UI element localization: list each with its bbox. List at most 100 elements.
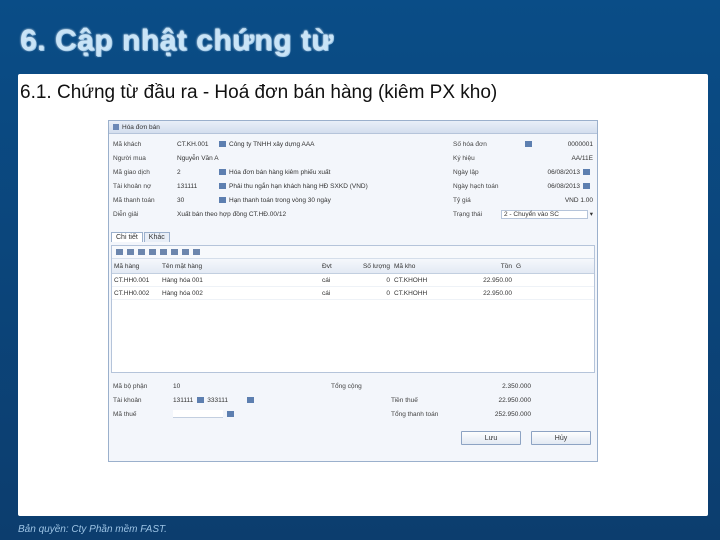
field-buyer[interactable]: Người mua Nguyễn Văn A [113, 153, 313, 163]
table-row[interactable]: CT.HH0.001 Hàng hóa 001 cái 0 CT.KHOHH 2… [112, 274, 594, 287]
field-department[interactable]: Mã bộ phận 10 [113, 381, 180, 391]
field-label: Ngày lập [453, 168, 479, 176]
col-stock[interactable]: Tồn [470, 263, 514, 270]
lookup-icon[interactable] [219, 183, 226, 189]
total-value: 2.350.000 [502, 382, 531, 390]
lookup-icon[interactable] [197, 397, 205, 403]
total-label: Tiền thuế [391, 396, 418, 404]
lookup-icon[interactable] [219, 141, 226, 147]
field-value[interactable]: 333111 [207, 397, 247, 404]
delete-row-icon[interactable] [149, 249, 156, 255]
calendar-icon[interactable] [583, 169, 590, 175]
detail-tabs: Chi tiết Khác [111, 232, 170, 242]
tax-code-input[interactable] [173, 410, 223, 418]
field-label: Tài khoản [113, 396, 142, 404]
col-g[interactable]: G [514, 263, 524, 270]
account-name: Phải thu ngắn hạn khách hàng HĐ SXKD (VN… [219, 181, 368, 191]
cell-item-name[interactable]: Hàng hóa 002 [160, 290, 320, 297]
slide-title: 6. Cập nhật chứng từ [20, 24, 334, 57]
field-label: Ngày hạch toán [453, 182, 499, 190]
cell-item-name[interactable]: Hàng hóa 001 [160, 277, 320, 284]
field-value[interactable]: 06/08/2013 [547, 169, 580, 176]
field-label: Tài khoản nợ [113, 182, 152, 190]
print-icon[interactable] [182, 249, 189, 255]
payment-name-text: Hạn thanh toán trong vòng 30 ngày [229, 196, 331, 204]
field-label: Ký hiệu [453, 154, 475, 162]
total-value: 252.950.000 [494, 410, 531, 418]
export-icon[interactable] [193, 249, 200, 255]
transaction-name: Hóa đơn bán hàng kiêm phiếu xuất [219, 167, 330, 177]
field-series[interactable]: Ký hiệu AA/11E [453, 153, 593, 163]
col-warehouse[interactable]: Mã kho [392, 263, 470, 270]
invoice-window: Hóa đơn bán Mã khách CT.KH.001 Người mua… [108, 120, 598, 462]
field-value[interactable]: 131111 [173, 397, 193, 404]
field-value[interactable]: 06/08/2013 [547, 183, 580, 190]
cancel-button[interactable]: Hủy [531, 431, 591, 445]
field-value[interactable]: AA/11E [571, 155, 593, 162]
cell-quantity[interactable]: 0 [360, 290, 392, 297]
status-select[interactable]: 2 - Chuyển vào SC [501, 209, 588, 219]
field-value[interactable]: 30 [177, 197, 184, 204]
cell-stock[interactable]: 22.950.00 [470, 290, 514, 297]
app-icon [113, 124, 119, 130]
field-issue-date[interactable]: Ngày lập 06/08/2013 [453, 167, 593, 177]
field-tax-code[interactable]: Mã thuế [113, 409, 237, 419]
cell-unit[interactable]: cái [320, 277, 360, 284]
lookup-icon[interactable] [247, 397, 255, 403]
field-value[interactable]: CT.KH.001 [177, 141, 208, 148]
field-value[interactable]: Xuất bán theo hợp đồng CT.HĐ.00/12 [177, 211, 286, 218]
lookup-icon[interactable] [219, 197, 226, 203]
slide-subtitle: 6.1. Chứng từ đầu ra - Hoá đơn bán hàng … [20, 82, 498, 103]
field-tax-account[interactable]: Tài khoản 131111 333111 [113, 395, 257, 405]
arrow-up-icon[interactable] [138, 249, 145, 255]
total-tax: Tiền thuế 22.950.000 [391, 395, 531, 405]
col-item-name[interactable]: Tên mặt hàng [160, 263, 320, 270]
window-titlebar: Hóa đơn bán [109, 121, 597, 134]
tab-details[interactable]: Chi tiết [111, 232, 143, 242]
grid-view-icon[interactable] [171, 249, 178, 255]
lookup-icon[interactable] [525, 141, 532, 147]
cell-unit[interactable]: cái [320, 290, 360, 297]
cell-stock[interactable]: 22.950.00 [470, 277, 514, 284]
total-label: Tổng thanh toán [391, 410, 439, 418]
copy-icon[interactable] [160, 249, 167, 255]
field-value[interactable]: VND 1.00 [565, 197, 593, 204]
field-exchange-rate[interactable]: Tỷ giá VND 1.00 [453, 195, 593, 205]
field-posting-date[interactable]: Ngày hạch toán 06/08/2013 [453, 181, 593, 191]
field-description[interactable]: Diễn giải Xuất bán theo hợp đồng CT.HĐ.0… [113, 209, 413, 219]
footer-section: Mã bộ phận 10 Tài khoản 131111 333111 Mã… [111, 375, 593, 457]
field-status[interactable]: Trạng thái 2 - Chuyển vào SC ▾ [453, 209, 593, 219]
field-value[interactable]: Nguyễn Văn A [177, 155, 219, 162]
col-item-code[interactable]: Mã hàng [112, 263, 160, 270]
col-unit[interactable]: Đvt [320, 263, 360, 270]
total-amount: 2.350.000 [411, 381, 531, 391]
field-value[interactable]: 0000001 [568, 141, 593, 148]
cell-warehouse[interactable]: CT.KHOHH [392, 290, 470, 297]
save-button[interactable]: Lưu [461, 431, 521, 445]
chevron-down-icon[interactable]: ▾ [590, 210, 593, 218]
lookup-icon[interactable] [219, 169, 226, 175]
field-label: Mã khách [113, 140, 142, 148]
cell-item-code[interactable]: CT.HH0.001 [112, 277, 160, 284]
table-row[interactable]: CT.HH0.002 Hàng hóa 002 cái 0 CT.KHOHH 2… [112, 287, 594, 300]
totals-label: Tổng cộng [331, 382, 362, 390]
field-value[interactable]: 131111 [177, 183, 197, 190]
grid-header: Mã hàng Tên mặt hàng Đvt Số lượng Mã kho… [112, 259, 594, 274]
col-quantity[interactable]: Số lượng [360, 263, 392, 270]
field-label: Tỷ giá [453, 196, 471, 204]
tab-other[interactable]: Khác [143, 232, 170, 242]
new-row-icon[interactable] [116, 249, 123, 255]
calendar-icon[interactable] [583, 183, 590, 189]
field-label: Diễn giải [113, 210, 139, 218]
field-label: Mã giao dịch [113, 168, 150, 176]
cell-quantity[interactable]: 0 [360, 277, 392, 284]
lookup-icon[interactable] [227, 411, 234, 417]
field-invoice-number[interactable]: Số hóa đơn 0000001 [453, 139, 593, 149]
cell-warehouse[interactable]: CT.KHOHH [392, 277, 470, 284]
cell-item-code[interactable]: CT.HH0.002 [112, 290, 160, 297]
field-value[interactable]: 2 [177, 169, 181, 176]
account-name-text: Phải thu ngắn hạn khách hàng HĐ SXKD (VN… [229, 182, 368, 190]
arrow-down-icon[interactable] [127, 249, 134, 255]
totals-label-row: Tổng cộng [331, 381, 362, 391]
field-value[interactable]: 10 [173, 383, 180, 390]
